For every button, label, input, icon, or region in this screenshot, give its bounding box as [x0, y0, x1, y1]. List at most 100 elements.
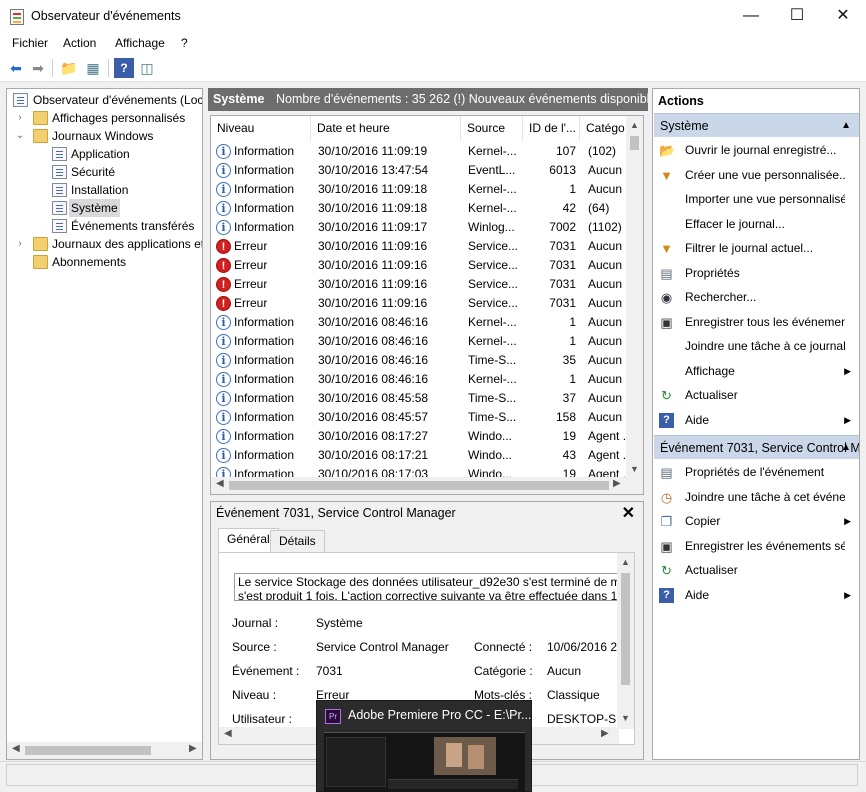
tree-horizontal-scrollbar[interactable]: ◀ ▶	[7, 742, 202, 759]
folder-up-icon[interactable]: 📁	[59, 58, 79, 78]
event-row[interactable]: ! Erreur 30/10/2016 11:09:16 Service... 7031…	[211, 237, 629, 256]
collapse-caret-icon[interactable]: ▲	[841, 436, 851, 459]
action-item[interactable]: Affichage ▶	[654, 359, 859, 383]
minimize-button[interactable]: —	[728, 0, 774, 33]
menu-affichage[interactable]: Affichage	[115, 36, 165, 50]
scrollbar-thumb[interactable]	[25, 746, 151, 755]
tab-details[interactable]: Détails	[270, 530, 325, 553]
event-row[interactable]: i Information 30/10/2016 11:09:19 Kernel-..…	[211, 142, 629, 161]
event-row[interactable]: i Information 30/10/2016 13:47:54 EventL...…	[211, 161, 629, 180]
collapse-caret-icon[interactable]: ▲	[841, 114, 851, 137]
scrollbar-thumb[interactable]	[630, 136, 639, 150]
action-item[interactable]: ? Aide ▶	[654, 583, 859, 607]
information-icon: i	[216, 201, 231, 216]
event-list-horizontal-scrollbar[interactable]: ◀ ▶	[211, 477, 643, 494]
scroll-up-icon[interactable]: ▲	[630, 120, 639, 130]
event-row[interactable]: i Information 30/10/2016 11:09:17 Winlog...…	[211, 218, 629, 237]
event-id: 42	[562, 201, 576, 215]
event-row[interactable]: i Information 30/10/2016 08:17:21 Windo... 4…	[211, 446, 633, 465]
action-item[interactable]: ▼ Créer une vue personnalisée...	[654, 163, 859, 187]
console-tree-icon[interactable]: ▦	[83, 58, 103, 78]
action-item[interactable]: ▼ Filtrer le journal actuel...	[654, 236, 859, 260]
event-category: Aucun	[588, 277, 623, 291]
action-label: Effacer le journal...	[685, 216, 785, 231]
event-level: Information	[234, 353, 295, 367]
column-niveau[interactable]: Niveau	[211, 116, 311, 141]
action-item[interactable]: ▣ Enregistrer les événements sélectionnés…	[654, 534, 859, 558]
actions-group-systeme[interactable]: Système ▲	[654, 113, 859, 137]
preview-thumbnail-image[interactable]	[324, 732, 525, 792]
folder-open-icon: 📂	[659, 143, 676, 158]
event-level: Information	[234, 201, 295, 215]
event-row[interactable]: i Information 30/10/2016 11:09:18 Kernel-..…	[211, 199, 629, 218]
scroll-down-icon[interactable]: ▼	[630, 464, 639, 474]
event-message[interactable]: Le service Stockage des données utilisat…	[234, 573, 618, 601]
event-row[interactable]: ! Erreur 30/10/2016 11:09:16 Service... 7031…	[211, 275, 629, 294]
close-window-button[interactable]: ✕	[820, 0, 866, 33]
event-row[interactable]: i Information 30/10/2016 08:46:16 Time-S...…	[211, 351, 629, 370]
menu-help[interactable]: ?	[181, 36, 188, 50]
back-arrow-icon[interactable]: ⬅	[6, 58, 26, 78]
expand-chevron-icon[interactable]: ›	[15, 109, 25, 127]
action-item[interactable]: ▣ Enregistrer tous les événements sous...	[654, 310, 859, 334]
scrollbar-thumb[interactable]	[621, 573, 630, 685]
actions-group-evenement[interactable]: Événement 7031, Service Control Manager …	[654, 435, 859, 459]
action-item[interactable]: ◉ Rechercher...	[654, 285, 859, 309]
event-row[interactable]: i Information 30/10/2016 08:46:16 Kernel-..…	[211, 332, 629, 351]
event-list-vertical-scrollbar[interactable]: ▲ ▼	[626, 116, 643, 479]
scroll-left-icon[interactable]: ◀	[216, 478, 224, 489]
event-id: 7031	[549, 239, 576, 253]
action-item[interactable]: ❐ Copier ▶	[654, 509, 859, 533]
event-row[interactable]: i Information 30/10/2016 11:09:18 Kernel-..…	[211, 180, 629, 199]
event-row[interactable]: ! Erreur 30/10/2016 11:09:16 Service... 7031…	[211, 294, 629, 313]
event-row[interactable]: i Information 30/10/2016 08:45:58 Time-S...…	[211, 389, 629, 408]
action-label: Joindre une tâche à cet événement...	[685, 489, 845, 504]
action-item[interactable]: ↻ Actualiser	[654, 383, 859, 407]
action-label: Ouvrir le journal enregistré...	[685, 143, 837, 157]
expand-chevron-icon[interactable]: ›	[15, 235, 25, 253]
column-date[interactable]: Date et heure	[311, 116, 461, 141]
scrollbar-thumb[interactable]	[229, 481, 609, 490]
event-row[interactable]: i Information 30/10/2016 08:17:27 Windo... 1…	[211, 427, 633, 446]
column-source[interactable]: Source	[461, 116, 523, 141]
detail-vertical-scrollbar[interactable]: ▲ ▼	[617, 553, 634, 729]
action-item[interactable]: 📂 Ouvrir le journal enregistré...	[654, 138, 859, 162]
event-message-line: Le service Stockage des données utilisat…	[238, 575, 617, 589]
scroll-right-icon[interactable]: ▶	[189, 743, 197, 754]
action-item[interactable]: ▤ Propriétés de l'événement	[654, 460, 859, 484]
action-item[interactable]: ? Aide ▶	[654, 408, 859, 432]
close-icon[interactable]: ✕	[622, 503, 635, 523]
task-icon: ◷	[660, 489, 673, 505]
action-item[interactable]: ◷ Joindre une tâche à cet événement...	[654, 485, 859, 509]
taskbar-thumbnail-preview[interactable]: Pr Adobe Premiere Pro CC - E:\Pr...	[316, 700, 532, 792]
action-item[interactable]: Effacer le journal...	[654, 212, 859, 236]
menu-fichier[interactable]: Fichier	[12, 36, 48, 50]
help-icon[interactable]: ?	[114, 58, 134, 78]
scroll-left-icon[interactable]: ◀	[224, 728, 232, 739]
column-categorie[interactable]: Catégo	[580, 116, 629, 141]
maximize-button[interactable]: ☐	[774, 0, 820, 33]
action-item[interactable]: Importer une vue personnalisée...	[654, 187, 859, 211]
toolbar-separator	[52, 59, 53, 77]
event-row[interactable]: i Information 30/10/2016 08:46:16 Kernel-..…	[211, 370, 629, 389]
action-pane-icon[interactable]: ◫	[137, 58, 157, 78]
action-item[interactable]: Joindre une tâche à ce journal...	[654, 334, 859, 358]
collapse-chevron-icon[interactable]: ⌄	[15, 127, 25, 145]
action-label: Actualiser	[685, 388, 738, 402]
scroll-right-icon[interactable]: ▶	[613, 478, 621, 489]
event-source: Windo...	[468, 429, 513, 443]
action-item[interactable]: ↻ Actualiser	[654, 558, 859, 582]
title-bar[interactable]: Observateur d'événements — ☐ ✕	[0, 0, 866, 33]
toolbar: ⬅ ➡ 📁 ▦ ? ◫	[0, 54, 866, 82]
action-item[interactable]: ▤ Propriétés	[654, 261, 859, 285]
scroll-right-icon[interactable]: ▶	[601, 728, 609, 739]
event-row[interactable]: i Information 30/10/2016 08:45:57 Time-S...…	[211, 408, 629, 427]
event-row[interactable]: ! Erreur 30/10/2016 11:09:16 Service... 7031…	[211, 256, 629, 275]
column-id[interactable]: ID de l'...	[523, 116, 580, 141]
scroll-down-icon[interactable]: ▼	[621, 713, 630, 723]
forward-arrow-icon[interactable]: ➡	[28, 58, 48, 78]
scroll-up-icon[interactable]: ▲	[621, 557, 630, 567]
menu-action[interactable]: Action	[63, 36, 96, 50]
scroll-left-icon[interactable]: ◀	[12, 743, 20, 754]
event-row[interactable]: i Information 30/10/2016 08:46:16 Kernel-..…	[211, 313, 629, 332]
